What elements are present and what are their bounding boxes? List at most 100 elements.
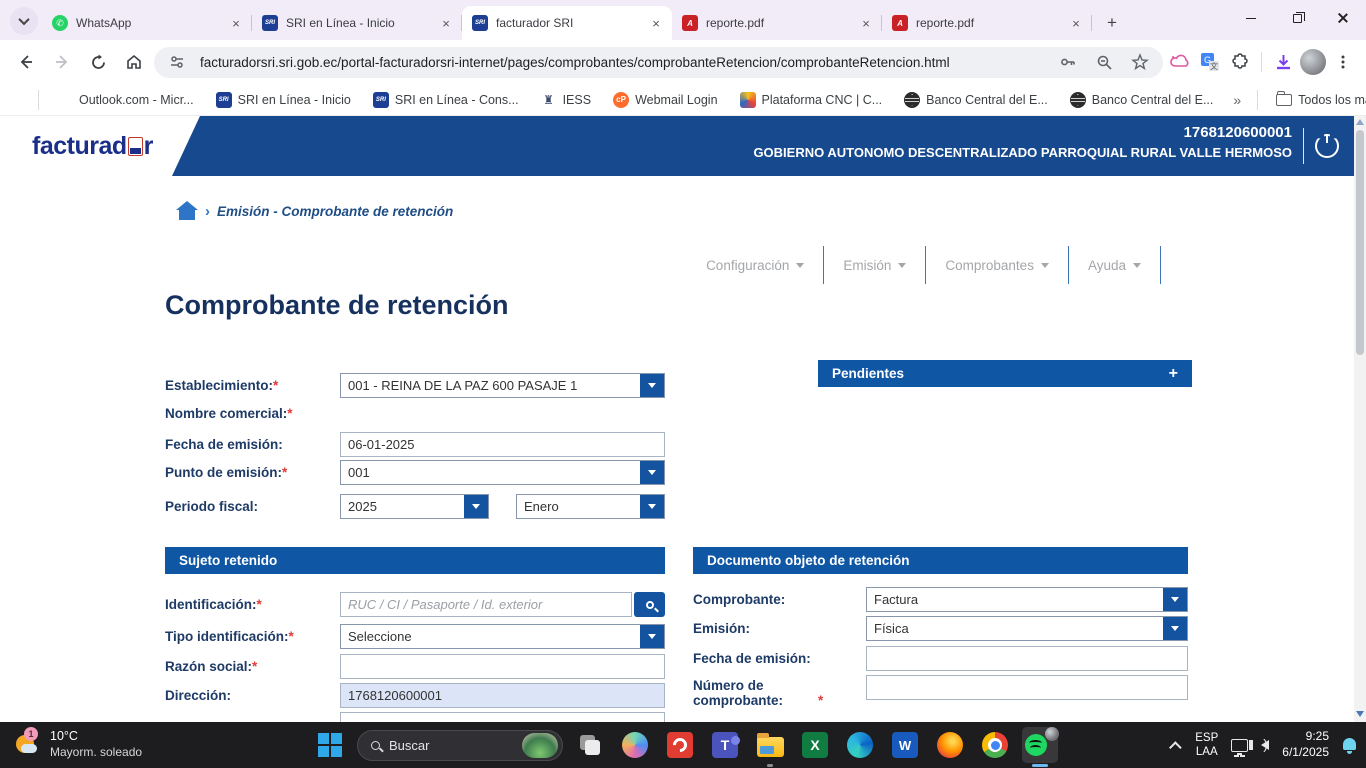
comprobante-select[interactable]: Factura <box>866 587 1188 612</box>
tab-close-icon[interactable]: × <box>648 15 664 31</box>
address-bar[interactable]: facturadorsri.sri.gob.ec/portal-facturad… <box>154 47 1163 78</box>
identificacion-input[interactable] <box>340 592 632 617</box>
copilot-button[interactable] <box>617 727 653 763</box>
tab-sri-inicio[interactable]: SRI SRI en Línea - Inicio × <box>252 6 462 40</box>
bookmarks-overflow-icon[interactable]: » <box>1227 92 1247 108</box>
bookmark-iess[interactable]: ♜IESS <box>533 89 600 111</box>
reload-button[interactable] <box>82 46 114 78</box>
logout-button[interactable] <box>1310 129 1344 163</box>
home-icon[interactable] <box>176 202 198 220</box>
clock[interactable]: 9:25 6/1/2025 <box>1282 729 1329 760</box>
excel-button[interactable]: X <box>797 727 833 763</box>
teams-button[interactable]: T <box>707 727 743 763</box>
bookmark-webmail[interactable]: cPWebmail Login <box>605 89 725 111</box>
edge-button[interactable] <box>842 727 878 763</box>
tipo-identificacion-select[interactable]: Seleccione <box>340 624 665 649</box>
bookmark-outlook[interactable]: Outlook.com - Micr... <box>49 89 202 111</box>
bing-daily-image[interactable] <box>522 733 558 758</box>
direccion-input[interactable] <box>340 683 665 708</box>
zoom-icon[interactable] <box>1091 49 1117 75</box>
tab-close-icon[interactable]: × <box>1068 15 1084 31</box>
dropdown-caret-button[interactable] <box>464 495 488 518</box>
minimize-button[interactable] <box>1228 0 1274 36</box>
back-button[interactable] <box>10 46 42 78</box>
bookmark-sri-inicio[interactable]: SRISRI en Línea - Inicio <box>208 89 359 111</box>
notification-bell-icon[interactable] <box>1342 737 1358 753</box>
apps-grid-icon[interactable] <box>12 92 28 108</box>
dropdown-caret-button[interactable] <box>640 374 664 397</box>
url-text[interactable]: facturadorsri.sri.gob.ec/portal-facturad… <box>200 55 1045 70</box>
close-button[interactable] <box>1320 0 1366 36</box>
all-bookmarks-button[interactable]: Todos los marcadores <box>1268 89 1366 111</box>
active-chrome-group[interactable] <box>1022 727 1058 763</box>
weather-widget[interactable]: 1 10°C Mayorm. soleado <box>8 727 148 761</box>
menu-ayuda[interactable]: Ayuda <box>1069 246 1161 284</box>
razon-social-input[interactable] <box>340 654 665 679</box>
scroll-up-icon[interactable] <box>1356 119 1364 125</box>
dropdown-caret-button[interactable] <box>640 461 664 484</box>
chrome-button[interactable] <box>977 727 1013 763</box>
app-logo[interactable]: facturadr <box>0 116 200 176</box>
task-view-button[interactable] <box>572 727 608 763</box>
menu-comprobantes[interactable]: Comprobantes <box>926 246 1069 284</box>
emision-select[interactable]: Física <box>866 616 1188 641</box>
menu-configuracion[interactable]: Configuración <box>687 246 824 284</box>
tab-whatsapp[interactable]: ✆ WhatsApp × <box>42 6 252 40</box>
punto-emision-select[interactable]: 001 <box>340 460 665 485</box>
establecimiento-select[interactable]: 001 - REINA DE LA PAZ 600 PASAJE 1 <box>340 373 665 398</box>
browser-menu-icon[interactable] <box>1330 49 1356 75</box>
expand-icon[interactable]: + <box>1169 365 1178 383</box>
taskbar-search[interactable]: Buscar <box>357 730 563 761</box>
menu-emision[interactable]: Emisión <box>824 246 926 284</box>
periodo-month-select[interactable]: Enero <box>516 494 665 519</box>
nitro-pdf-button[interactable] <box>662 727 698 763</box>
dropdown-caret-button[interactable] <box>640 625 664 648</box>
chevron-down-icon <box>472 504 480 509</box>
tab-facturador-sri[interactable]: SRI facturador SRI × <box>462 6 672 40</box>
downloads-icon[interactable] <box>1270 49 1296 75</box>
home-button[interactable] <box>118 46 150 78</box>
new-tab-button[interactable]: + <box>1098 9 1126 37</box>
tab-close-icon[interactable]: × <box>228 15 244 31</box>
profile-avatar[interactable] <box>1300 49 1326 75</box>
bookmark-sri-consultas[interactable]: SRISRI en Línea - Cons... <box>365 89 527 111</box>
tab-reporte-pdf-2[interactable]: A reporte.pdf × <box>882 6 1092 40</box>
scrollbar-thumb[interactable] <box>1356 130 1364 355</box>
scroll-down-icon[interactable] <box>1356 711 1364 717</box>
fecha-emision-input[interactable] <box>340 432 665 457</box>
pendientes-panel-header[interactable]: Pendientes + <box>818 360 1192 387</box>
numero-comprobante-input[interactable] <box>866 675 1188 700</box>
weather-extension-icon[interactable] <box>1167 49 1193 75</box>
tab-close-icon[interactable]: × <box>438 15 454 31</box>
periodo-year-select[interactable]: 2025 <box>340 494 489 519</box>
field-numero-comprobante: Número de comprobante:* <box>693 675 1188 708</box>
translate-icon[interactable]: G文 <box>1197 49 1223 75</box>
page-scrollbar[interactable] <box>1354 116 1366 722</box>
start-button[interactable] <box>312 727 348 763</box>
bookmark-star-icon[interactable] <box>1127 49 1153 75</box>
bookmark-cnc[interactable]: Plataforma CNC | C... <box>732 89 891 111</box>
site-info-icon[interactable] <box>164 49 190 75</box>
tab-search-button[interactable] <box>10 7 38 35</box>
dropdown-caret-button[interactable] <box>1163 617 1187 640</box>
bookmark-bce-1[interactable]: Banco Central del E... <box>896 89 1056 111</box>
dropdown-caret-button[interactable] <box>640 495 664 518</box>
doc-fecha-emision-input[interactable] <box>866 646 1188 671</box>
extensions-puzzle-icon[interactable] <box>1227 49 1253 75</box>
search-contributor-button[interactable] <box>634 592 665 617</box>
restore-button[interactable] <box>1274 0 1320 36</box>
dropdown-caret-button[interactable] <box>1163 588 1187 611</box>
word-button[interactable]: W <box>887 727 923 763</box>
file-explorer-button[interactable] <box>752 727 788 763</box>
forward-button[interactable] <box>46 46 78 78</box>
pendientes-title: Pendientes <box>832 366 904 381</box>
bookmark-bce-2[interactable]: Banco Central del E... <box>1062 89 1222 111</box>
firefox-button[interactable] <box>932 727 968 763</box>
keyboard-layout[interactable]: ESP LAA <box>1195 731 1218 760</box>
password-key-icon[interactable] <box>1055 49 1081 75</box>
volume-icon[interactable] <box>1261 740 1269 750</box>
tab-reporte-pdf-1[interactable]: A reporte.pdf × <box>672 6 882 40</box>
network-icon[interactable] <box>1231 739 1248 752</box>
hidden-icons-chevron[interactable] <box>1169 741 1182 754</box>
tab-close-icon[interactable]: × <box>858 15 874 31</box>
